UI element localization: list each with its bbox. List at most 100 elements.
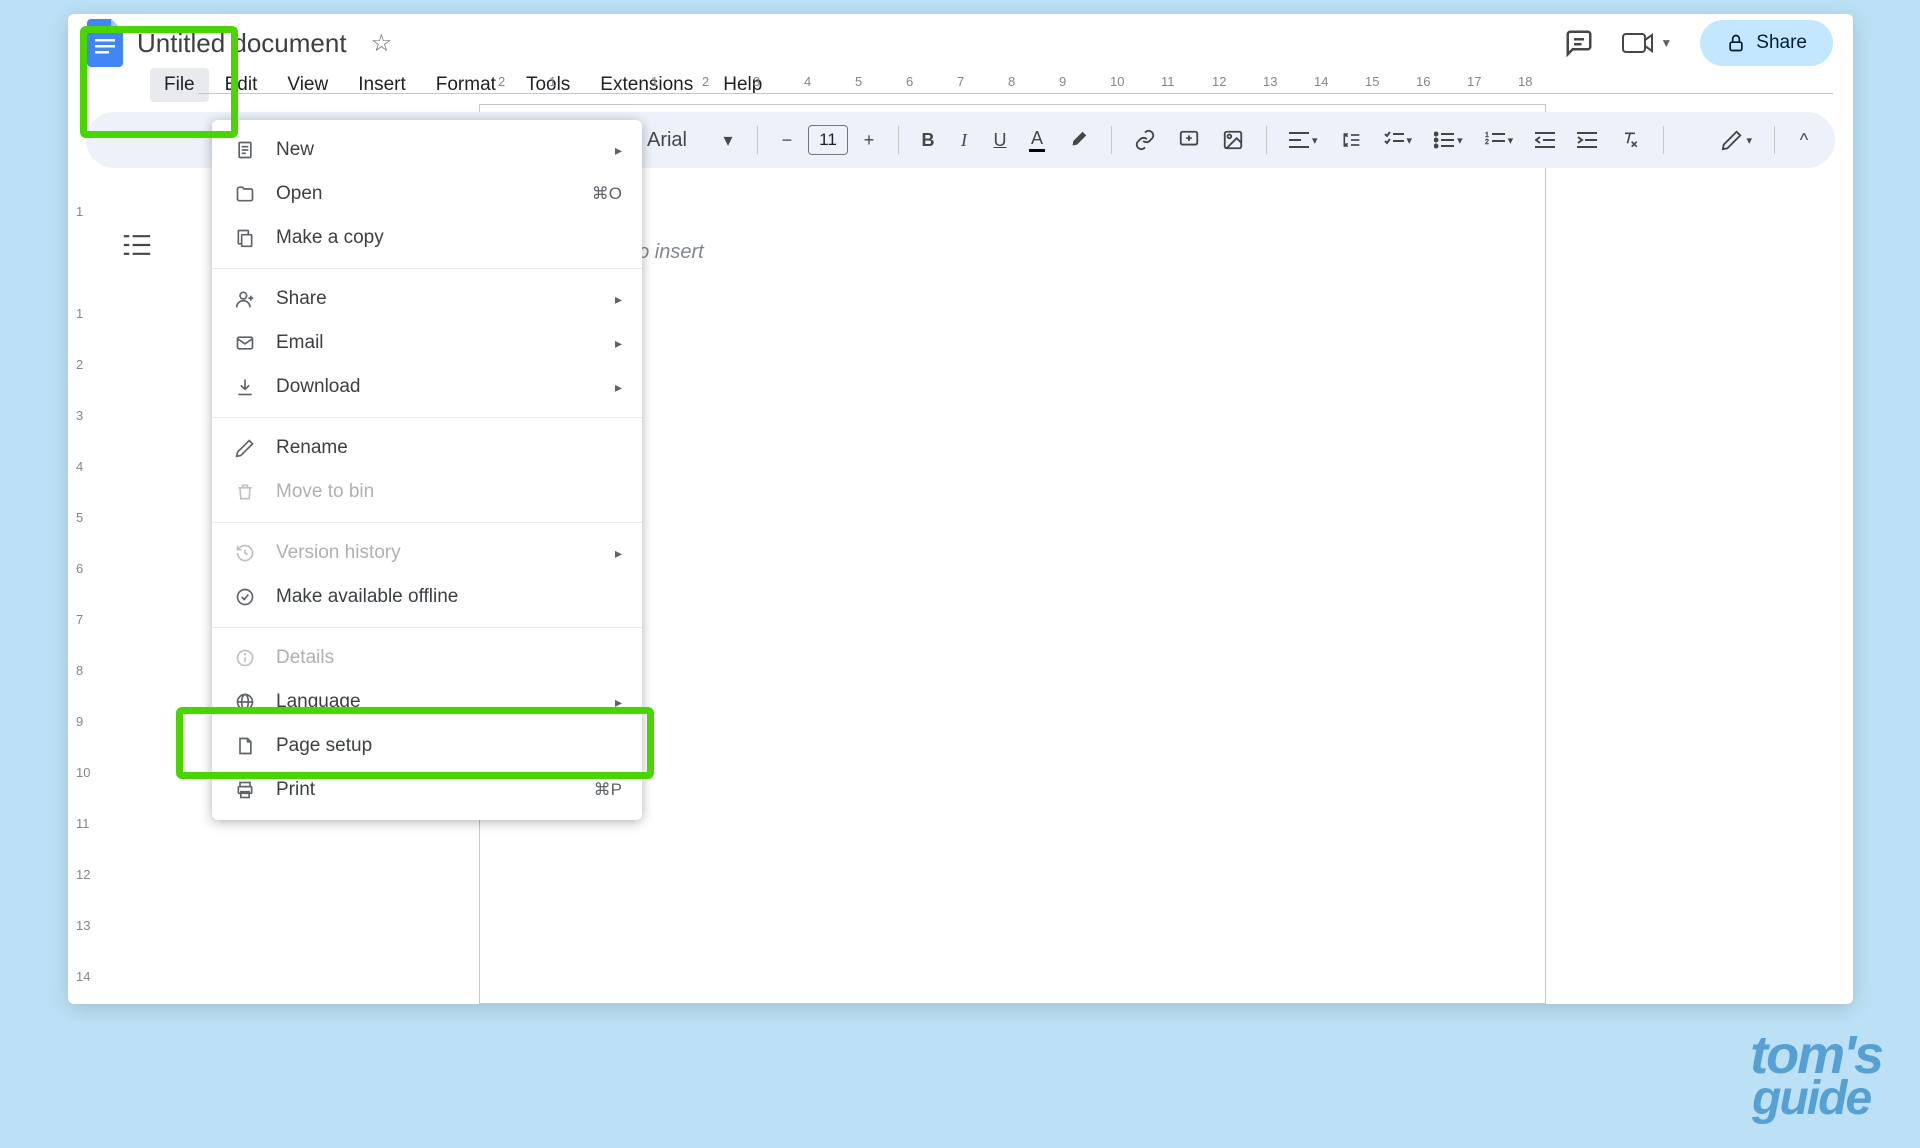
ruler-v-tick: 7 [76,612,83,627]
ruler-h-tick: 3 [753,74,760,89]
menu-item-label: Language [276,691,361,713]
menu-item-new[interactable]: New ▸ [212,128,642,172]
font-family-caret-icon[interactable]: ▾ [713,124,743,157]
title-area: Untitled document ☆ [137,28,392,59]
trash-icon [232,482,258,502]
menu-item-print[interactable]: Print ⌘P [212,768,642,812]
add-comment-button[interactable] [1170,123,1208,157]
ruler-v-tick: 1 [76,204,83,219]
document-icon [232,140,258,160]
insert-image-button[interactable] [1214,123,1252,157]
submenu-arrow-icon: ▸ [615,335,622,352]
increase-indent-button[interactable] [1569,125,1605,155]
menu-item-language[interactable]: Language ▸ [212,680,642,724]
download-icon [232,377,258,397]
menu-item-available-offline[interactable]: Make available offline [212,575,642,619]
ruler-h-tick: 2 [702,74,709,89]
menu-item-label: Download [276,376,361,398]
menu-item-share[interactable]: Share ▸ [212,277,642,321]
copy-icon [232,228,258,248]
document-title[interactable]: Untitled document [137,28,347,59]
horizontal-ruler[interactable]: 21123456789101112131415161718 [198,72,1833,94]
align-button[interactable]: ▾ [1281,125,1326,155]
numbered-list-button[interactable]: 12▾ [1477,125,1522,155]
docs-app-window: Untitled document ☆ ▼ Share File Edit Vi… [68,14,1853,1004]
ruler-h-tick: 4 [804,74,811,89]
menu-item-open[interactable]: Open ⌘O [212,172,642,216]
svg-text:1: 1 [1485,132,1489,139]
menu-item-version-history: Version history ▸ [212,531,642,575]
increase-font-size-button[interactable]: + [854,124,884,157]
share-button[interactable]: Share [1700,20,1833,66]
menu-item-make-copy[interactable]: Make a copy [212,216,642,260]
line-spacing-button[interactable] [1332,124,1370,156]
ruler-v-tick: 2 [76,357,83,372]
insert-link-button[interactable] [1126,123,1164,157]
ruler-h-tick: 15 [1365,74,1379,89]
outline-toggle[interactable] [123,234,151,261]
ruler-v-tick: 3 [76,408,83,423]
ruler-h-tick: 17 [1467,74,1481,89]
menu-item-download[interactable]: Download ▸ [212,365,642,409]
shortcut-label: ⌘P [594,780,622,800]
watermark-logo: tom's guide [1750,1033,1882,1120]
ruler-h-tick: 2 [498,74,505,89]
clear-formatting-button[interactable] [1611,124,1649,156]
decrease-indent-button[interactable] [1527,125,1563,155]
ruler-v-tick: 11 [76,816,90,831]
highlight-color-button[interactable] [1059,123,1097,157]
vertical-ruler[interactable]: 11234567891011121314 [68,204,96,1004]
underline-button[interactable]: U [985,124,1015,157]
menu-item-email[interactable]: Email ▸ [212,321,642,365]
menu-item-label: Rename [276,437,348,459]
bold-button[interactable]: B [913,124,943,157]
text-color-button[interactable]: A [1021,122,1053,158]
ruler-v-tick: 5 [76,510,83,525]
bulleted-list-button[interactable]: ▾ [1426,125,1471,155]
ruler-v-tick: 8 [76,663,83,678]
menu-item-label: Details [276,647,334,669]
menu-item-label: New [276,139,314,161]
menu-item-label: Move to bin [276,481,374,503]
ruler-v-tick: 13 [76,918,90,933]
ruler-v-tick: 10 [76,765,90,780]
print-icon [232,780,258,800]
menu-item-page-setup[interactable]: Page setup [212,724,642,768]
ruler-v-tick: 14 [76,969,90,984]
decrease-font-size-button[interactable]: − [772,124,802,157]
offline-icon [232,587,258,607]
ruler-v-tick: 1 [76,306,83,321]
submenu-arrow-icon: ▸ [615,694,622,711]
ruler-h-tick: 5 [855,74,862,89]
menu-item-label: Print [276,779,315,801]
menu-item-label: Share [276,288,327,310]
ruler-h-tick: 1 [549,74,556,89]
meet-call-icon[interactable]: ▼ [1622,30,1672,56]
editing-mode-button[interactable]: ▾ [1713,123,1760,157]
ruler-h-tick: 9 [1059,74,1066,89]
svg-text:2: 2 [1485,139,1489,146]
globe-icon [232,692,258,712]
ruler-h-tick: 7 [957,74,964,89]
share-button-label: Share [1756,32,1807,54]
menu-item-rename[interactable]: Rename [212,426,642,470]
checklist-button[interactable]: ▾ [1376,125,1421,155]
italic-button[interactable]: I [949,124,979,157]
menu-item-label: Version history [276,542,401,564]
font-size-input[interactable]: 11 [808,125,848,155]
ruler-h-tick: 13 [1263,74,1277,89]
header-right: ▼ Share [1564,20,1833,66]
ruler-h-tick: 12 [1212,74,1226,89]
star-icon[interactable]: ☆ [371,29,393,58]
ruler-h-tick: 11 [1161,74,1175,89]
menu-item-move-to-bin: Move to bin [212,470,642,514]
menu-item-label: Make a copy [276,227,384,249]
rename-icon [232,438,258,458]
menu-item-details: Details [212,636,642,680]
menu-item-label: Open [276,183,322,205]
submenu-arrow-icon: ▸ [615,142,622,159]
header-row: Untitled document ☆ ▼ Share [68,14,1853,64]
comments-history-icon[interactable] [1564,28,1594,58]
docs-logo-icon[interactable] [82,16,127,71]
hide-menus-button[interactable]: ^ [1789,124,1819,157]
